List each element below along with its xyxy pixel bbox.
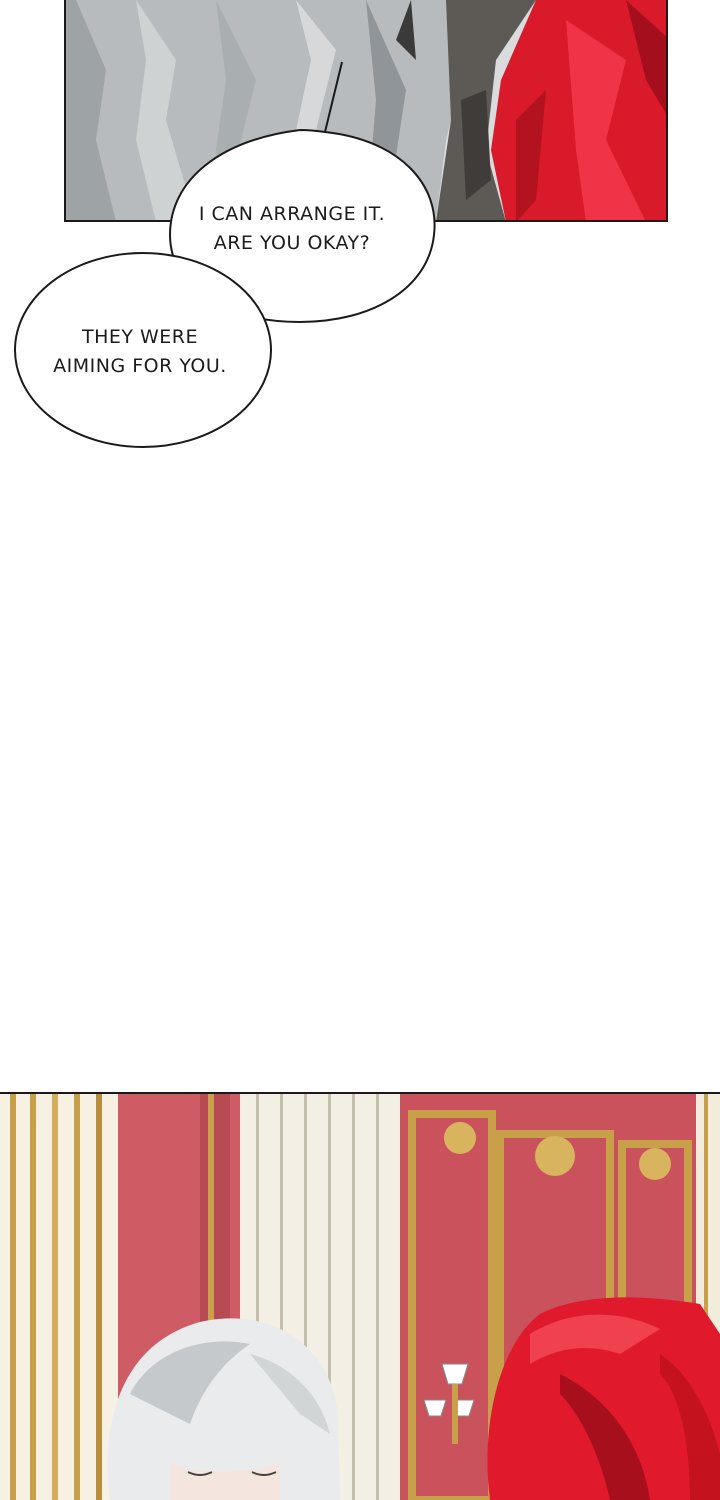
speech-line: They were [81,326,199,348]
bottom-comic-panel [0,1092,720,1500]
top-comic-panel [64,0,668,222]
left-curtain [0,1094,118,1500]
speech-bubble-1-text: I can arrange it. Are you okay? [168,200,416,258]
speech-line: aiming for you. [53,355,227,377]
speech-line: Are you okay? [213,232,371,254]
bottom-panel-artwork [0,1094,720,1500]
top-panel-artwork [66,0,666,220]
speech-line: I can arrange it. [198,203,386,225]
speech-bubble-2-text: They were aiming for you. [20,323,260,381]
